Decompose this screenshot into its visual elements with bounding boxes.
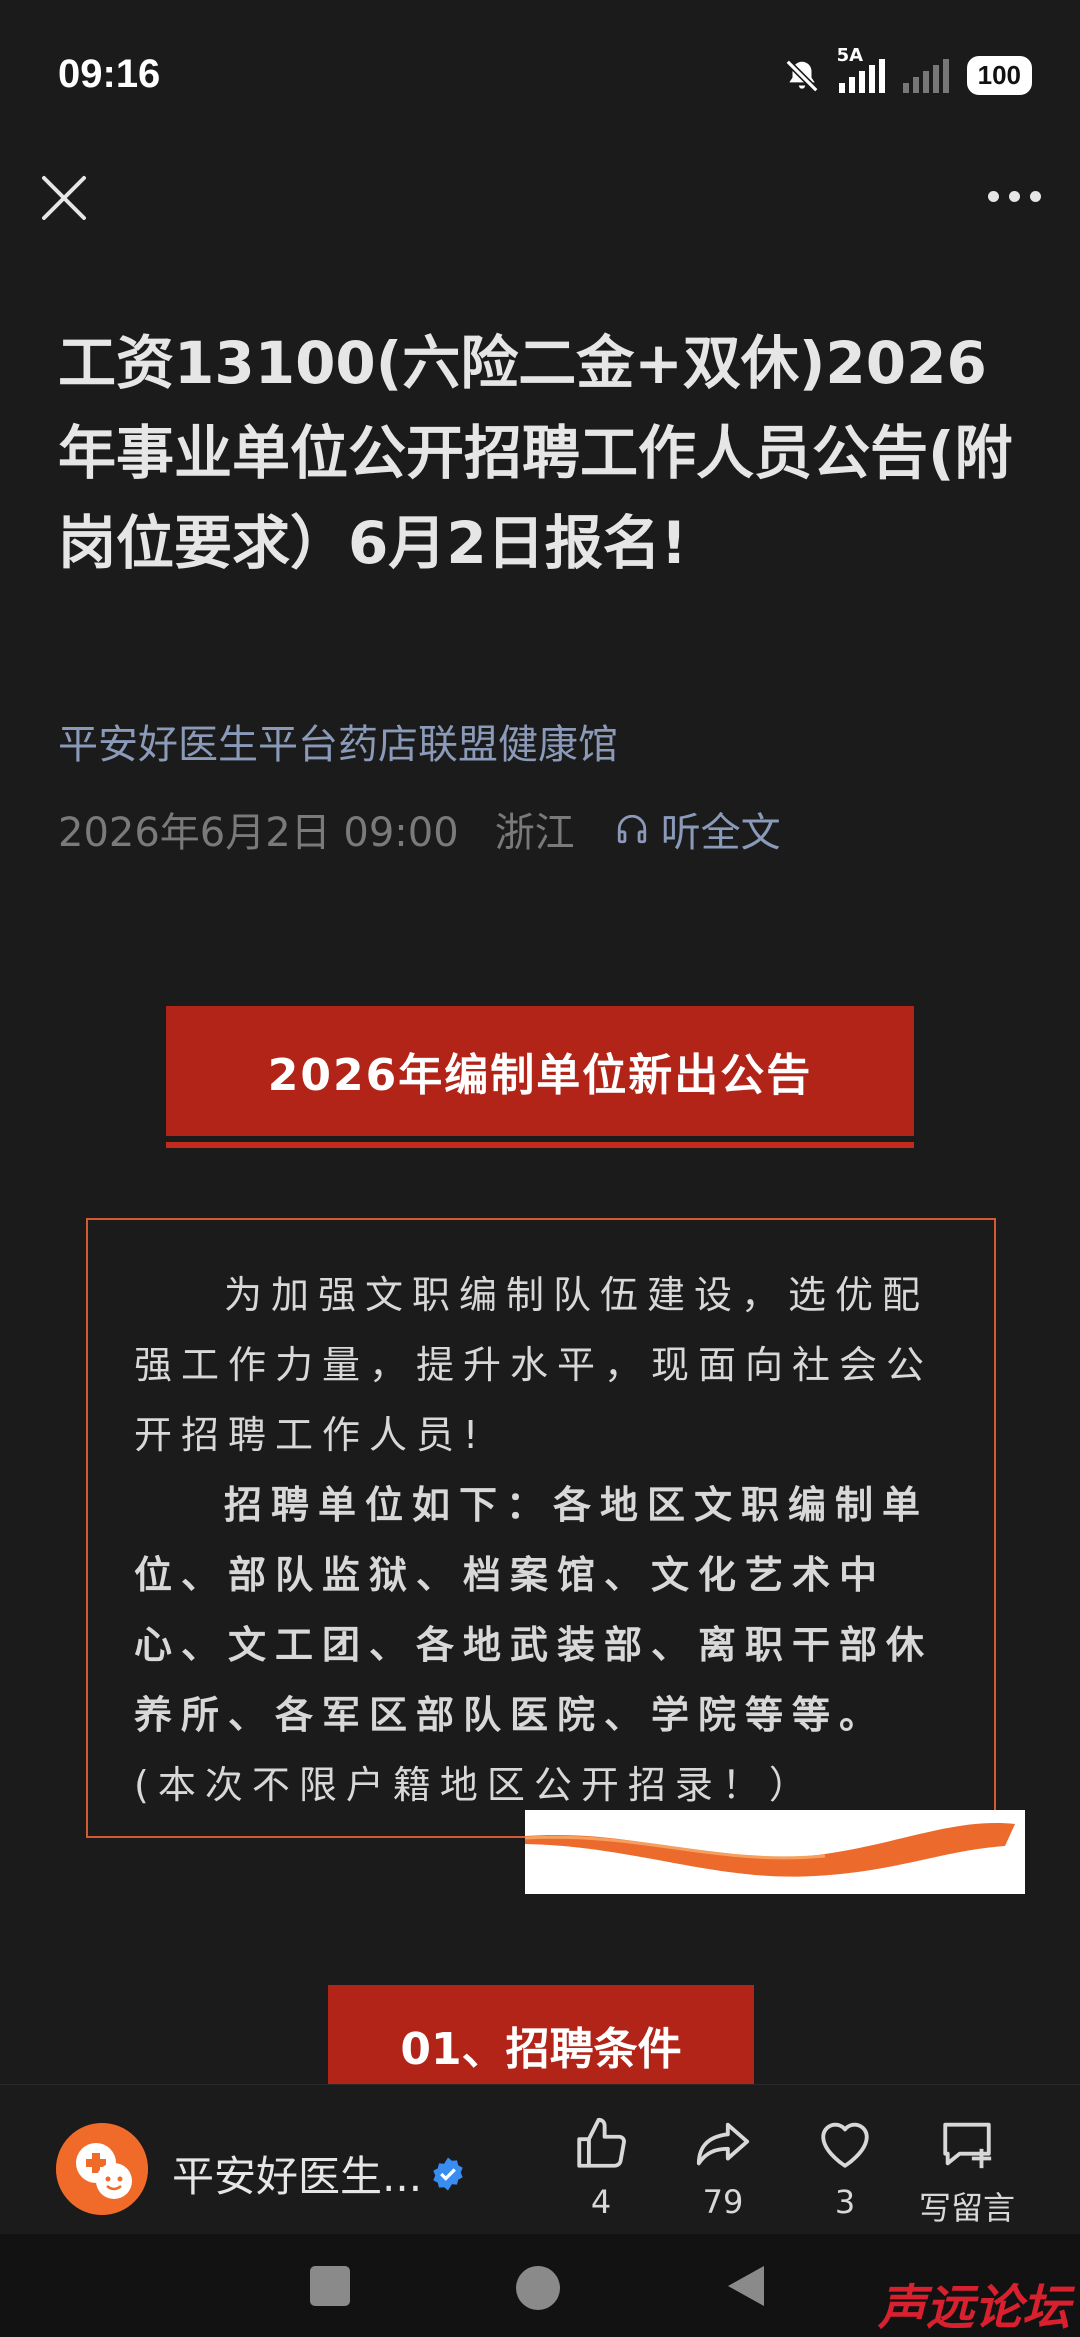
status-icons: 5A 100 [783, 45, 1032, 95]
network-type-label: 5A [836, 44, 864, 66]
article-title: 工资13100(六险二金+双休)2026年事业单位公开招聘工作人员公告(附岗位要… [58, 329, 1013, 577]
favorite-button[interactable]: 3 [790, 2115, 900, 2221]
mute-bell-icon [785, 59, 819, 92]
share-arrow-icon [696, 2122, 750, 2166]
back-icon[interactable] [724, 2264, 768, 2308]
decorative-ribbon-image [525, 1810, 1025, 1894]
favorite-count: 3 [834, 2183, 856, 2221]
signal-2-icon [902, 58, 949, 93]
banner-divider [166, 1142, 914, 1148]
share-count: 79 [702, 2183, 744, 2221]
household-note-text: (本次不限户籍地区公开招录！） [134, 1763, 816, 1807]
more-options-button[interactable] [982, 178, 1046, 214]
like-count: 4 [590, 2183, 612, 2221]
dot-icon [1029, 190, 1041, 202]
comment-plus-icon [943, 2122, 992, 2169]
listen-button[interactable]: 听全文 [615, 800, 781, 858]
share-button[interactable]: 79 [668, 2115, 778, 2221]
close-icon[interactable] [36, 170, 92, 226]
intro-box: 为加强文职编制队伍建设，选优配强工作力量，提升水平，现面向社会公开招聘工作人员!… [86, 1218, 996, 1838]
write-comment-label: 写留言 [918, 2189, 1015, 2227]
headphones-icon [617, 814, 646, 844]
write-comment-button[interactable]: 写留言 [912, 2115, 1022, 2229]
thumbs-up-icon [577, 2117, 626, 2168]
recent-apps-icon[interactable] [308, 2264, 352, 2308]
bottom-action-bar: 平安好医生... 4 79 3 写留言 [0, 2084, 1080, 2234]
article-source[interactable]: 平安好医生平台药店联盟健康馆 [58, 712, 618, 770]
dot-icon [1008, 190, 1020, 202]
intro-paragraph-2: 招聘单位如下：各地区文职编制单位、部队监狱、档案馆、文化艺术中心、文工团、各地武… [134, 1470, 948, 1820]
article-meta: 2026年6月2日 09:00 浙江 听全文 [58, 800, 781, 858]
recruiting-units-text: 招聘单位如下：各地区文职编制单位、部队监狱、档案馆、文化艺术中心、文工团、各地武… [134, 1483, 934, 1737]
article-region: 浙江 [494, 810, 575, 856]
battery-indicator: 100 [966, 56, 1032, 95]
section-banner: 01、招聘条件 [328, 1985, 754, 2095]
heart-icon [821, 2122, 869, 2168]
article-date: 2026年6月2日 09:00 [58, 810, 459, 856]
verified-badge-icon [433, 2157, 463, 2190]
status-time: 09:16 [58, 52, 161, 96]
author-name[interactable]: 平安好医生... [172, 2143, 466, 2204]
status-bar: 09:16 5A 100 [0, 0, 1080, 150]
signal-icon: 5A [837, 45, 885, 93]
like-button[interactable]: 4 [546, 2115, 656, 2221]
announcement-banner: 2026年编制单位新出公告 [166, 1006, 914, 1136]
author-name-text: 平安好医生... [172, 2152, 423, 2201]
home-icon[interactable] [514, 2264, 562, 2312]
intro-paragraph-1: 为加强文职编制队伍建设，选优配强工作力量，提升水平，现面向社会公开招聘工作人员! [134, 1273, 934, 1457]
forum-watermark: 声远论坛 [877, 2280, 1070, 2336]
dot-icon [987, 190, 999, 202]
author-avatar[interactable] [56, 2123, 148, 2215]
listen-label: 听全文 [660, 810, 781, 856]
